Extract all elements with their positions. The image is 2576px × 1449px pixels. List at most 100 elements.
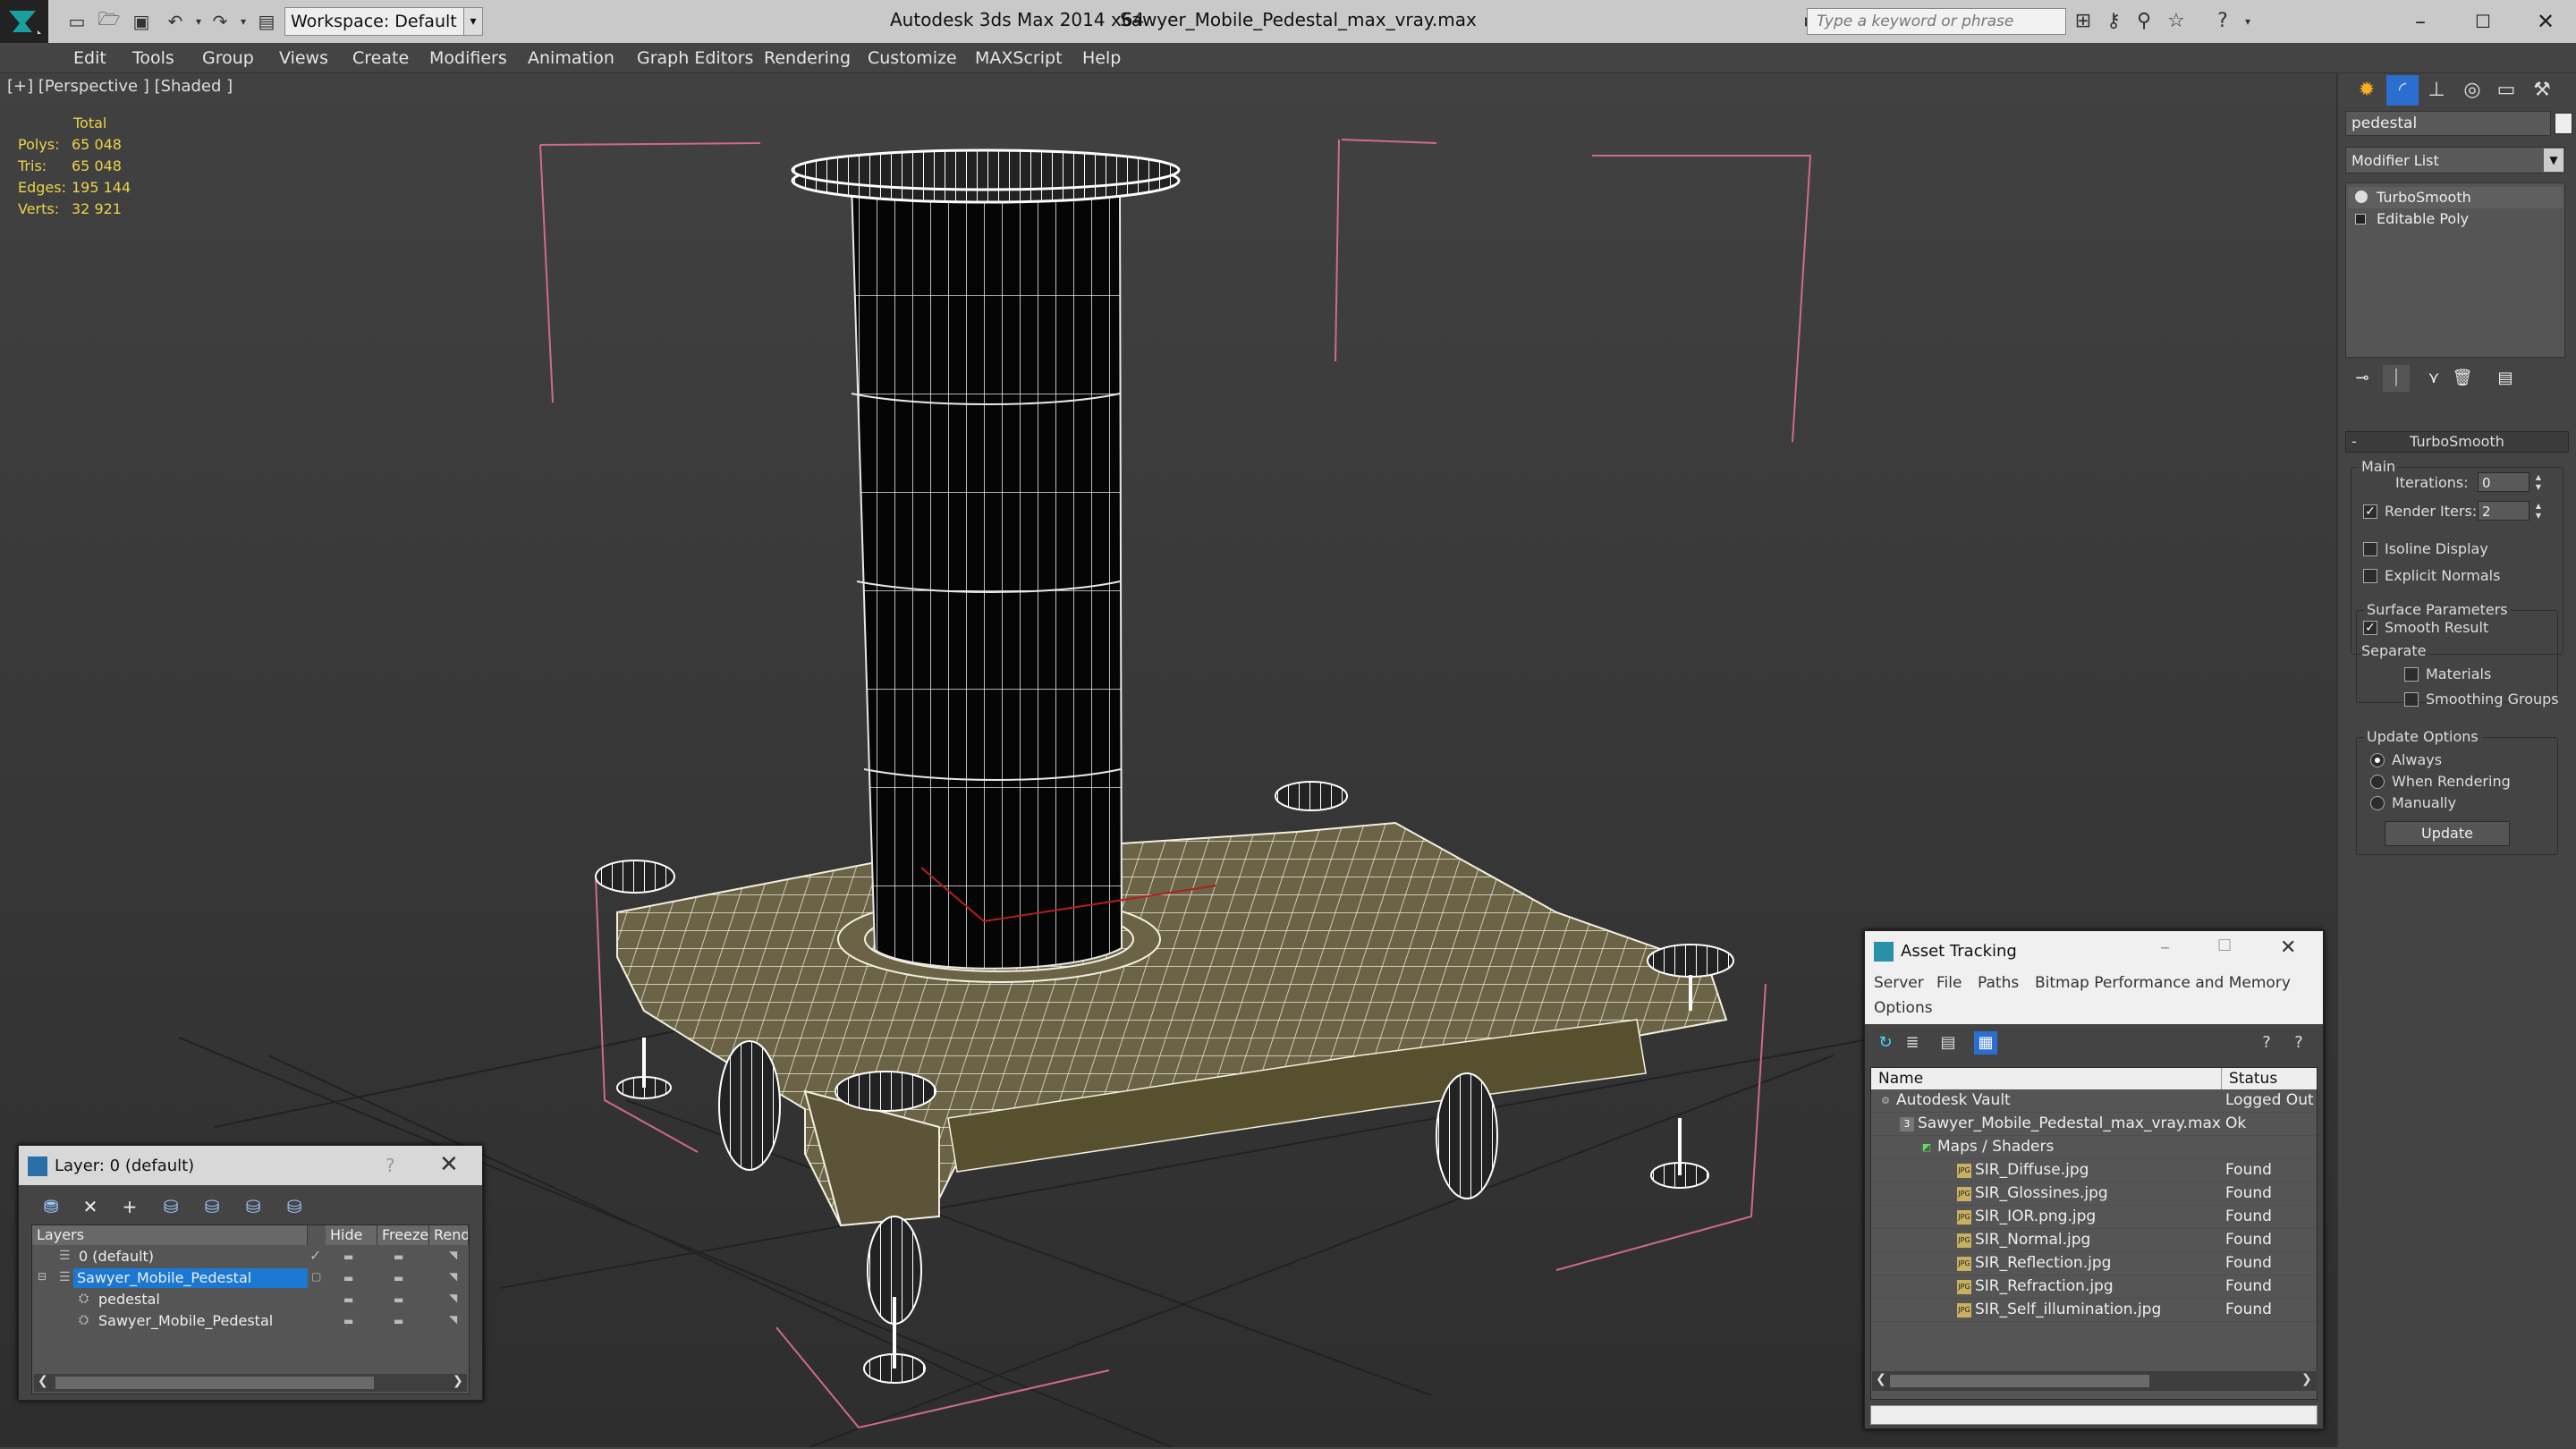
modifier-list-dropdown[interactable]: Modifier List bbox=[2345, 147, 2565, 174]
favorites-star-icon[interactable]: ☆ bbox=[2163, 9, 2190, 34]
redo-icon[interactable]: ↷ bbox=[208, 9, 233, 34]
iterations-spinner-arrows-icon[interactable]: ▲ ▼ bbox=[2533, 472, 2544, 492]
menu-views[interactable]: Views bbox=[279, 48, 328, 68]
help-icon[interactable]: ? bbox=[2209, 9, 2236, 34]
app-logo-icon[interactable] bbox=[0, 0, 48, 43]
scrollbar-thumb[interactable] bbox=[55, 1377, 374, 1389]
display-tab-icon[interactable]: ▭ bbox=[2490, 75, 2522, 106]
menu-edit[interactable]: Edit bbox=[73, 48, 106, 68]
redo-dropdown-icon[interactable]: ▾ bbox=[231, 9, 256, 34]
layer-horizontal-scrollbar[interactable]: ❮ ❯ bbox=[34, 1374, 467, 1392]
help-icon[interactable]: ? bbox=[2255, 1031, 2278, 1055]
grid-view-icon[interactable]: ▦ bbox=[1974, 1031, 1997, 1055]
col-hide[interactable]: Hide bbox=[326, 1225, 377, 1245]
asset-row[interactable]: JPG SIR_Self_illumination.jpg Found bbox=[1871, 1299, 2317, 1322]
freeze-toggle[interactable]: ▬ bbox=[394, 1315, 403, 1327]
asset-horizontal-scrollbar[interactable]: ❮ ❯ bbox=[1872, 1371, 2318, 1391]
workspace-dropdown-arrow-icon[interactable]: ▾ bbox=[463, 7, 483, 36]
scroll-right-icon[interactable]: ❯ bbox=[453, 1374, 463, 1388]
context-help-icon[interactable]: ? bbox=[2287, 1031, 2310, 1055]
asset-minimize-button[interactable]: – bbox=[2160, 936, 2170, 959]
hide-all-icon[interactable]: ⛁ bbox=[239, 1192, 267, 1221]
menu-tools[interactable]: Tools bbox=[132, 48, 174, 68]
render-iters-spinner-arrows-icon[interactable]: ▲ ▼ bbox=[2533, 501, 2544, 521]
when-rendering-radio[interactable] bbox=[2370, 775, 2385, 789]
lightbulb-icon[interactable] bbox=[2355, 191, 2368, 203]
menu-graph-editors[interactable]: Graph Editors bbox=[637, 48, 753, 68]
current-layer-check-icon[interactable]: ✓ bbox=[309, 1247, 321, 1264]
expand-icon[interactable] bbox=[2355, 214, 2366, 225]
viewport-label[interactable]: [+] [Perspective ] [Shaded ] bbox=[7, 77, 233, 96]
add-to-layer-icon[interactable]: + bbox=[115, 1192, 144, 1221]
render-toggle-icon[interactable]: ◥ bbox=[449, 1249, 457, 1261]
layer-row[interactable]: ⛭ Sawyer_Mobile_Pedestal ▬ ▬ ◥ bbox=[32, 1311, 469, 1333]
maximize-button[interactable]: ☐ bbox=[2456, 4, 2510, 39]
minimize-button[interactable]: – bbox=[2394, 4, 2447, 39]
layer-dialog-titlebar[interactable]: Layer: 0 (default) ? ✕ bbox=[19, 1146, 482, 1185]
asset-row[interactable]: JPG SIR_Reflection.jpg Found bbox=[1871, 1252, 2317, 1275]
freeze-toggle[interactable]: ▬ bbox=[394, 1293, 403, 1306]
render-toggle-icon[interactable]: ◥ bbox=[449, 1313, 457, 1326]
hide-toggle[interactable]: ▬ bbox=[343, 1272, 353, 1284]
open-file-icon[interactable]: 🗁 bbox=[97, 8, 122, 34]
collapse-icon[interactable]: ⊟ bbox=[38, 1270, 47, 1283]
project-folder-icon[interactable]: ▤ bbox=[254, 9, 279, 34]
asset-menu-server[interactable]: Server bbox=[1874, 974, 1924, 992]
asset-close-button[interactable]: ✕ bbox=[2280, 936, 2296, 959]
menu-modifiers[interactable]: Modifiers bbox=[429, 48, 507, 68]
pin-stack-icon[interactable]: ⊸ bbox=[2349, 365, 2376, 392]
help-dropdown-icon[interactable]: ▾ bbox=[2234, 9, 2261, 34]
menu-animation[interactable]: Animation bbox=[528, 48, 614, 68]
freeze-toggle[interactable]: ▬ bbox=[394, 1272, 403, 1284]
materials-checkbox[interactable] bbox=[2404, 667, 2419, 682]
explicit-normals-checkbox[interactable] bbox=[2363, 569, 2377, 583]
freeze-toggle[interactable]: ▬ bbox=[394, 1250, 403, 1263]
stack-item-turbosmooth[interactable]: TurboSmooth bbox=[2348, 187, 2563, 208]
smoothing-groups-checkbox[interactable] bbox=[2404, 692, 2419, 707]
object-name[interactable]: pedestal bbox=[95, 1290, 164, 1309]
show-end-result-icon[interactable]: ⏐ bbox=[2383, 365, 2410, 392]
menu-help[interactable]: Help bbox=[1082, 48, 1121, 68]
asset-tracking-titlebar[interactable]: Asset Tracking – ☐ ✕ Server File Paths B… bbox=[1865, 931, 2323, 1024]
modify-tab-icon[interactable]: ◜ bbox=[2386, 75, 2419, 106]
undo-icon[interactable]: ↶ bbox=[163, 9, 188, 34]
asset-row[interactable]: ◩ Maps / Shaders bbox=[1871, 1136, 2317, 1159]
refresh-icon[interactable]: ↻ bbox=[1874, 1031, 1897, 1055]
hide-toggle[interactable]: ▬ bbox=[343, 1293, 353, 1306]
asset-row[interactable]: JPG SIR_Diffuse.jpg Found bbox=[1871, 1159, 2317, 1182]
workspace-dropdown[interactable]: Workspace: Default bbox=[284, 7, 481, 36]
new-file-icon[interactable]: ▭ bbox=[64, 9, 89, 34]
object-name-input[interactable]: pedestal bbox=[2345, 111, 2551, 136]
menu-group[interactable]: Group bbox=[202, 48, 254, 68]
binoculars-icon[interactable]: ⊞ bbox=[2070, 9, 2097, 34]
close-button[interactable]: ✕ bbox=[2519, 4, 2572, 39]
table-view-icon[interactable]: ▤ bbox=[1936, 1031, 1960, 1055]
layer-help-button[interactable]: ? bbox=[386, 1155, 395, 1176]
utilities-tab-icon[interactable]: ⚒ bbox=[2526, 75, 2558, 106]
menu-rendering[interactable]: Rendering bbox=[764, 48, 851, 68]
remove-modifier-icon[interactable]: 🗑 bbox=[2449, 365, 2476, 392]
col-name[interactable]: Name bbox=[1871, 1068, 2222, 1089]
col-status[interactable]: Status bbox=[2222, 1068, 2317, 1089]
col-render[interactable]: Rend bbox=[429, 1225, 469, 1245]
render-iters-checkbox[interactable]: ✓ bbox=[2363, 504, 2377, 519]
asset-row[interactable]: JPG SIR_Glossines.jpg Found bbox=[1871, 1182, 2317, 1206]
layer-name[interactable]: Sawyer_Mobile_Pedestal bbox=[73, 1268, 308, 1288]
asset-row[interactable]: JPG SIR_Refraction.jpg Found bbox=[1871, 1275, 2317, 1299]
highlight-layer-icon[interactable]: ⛁ bbox=[198, 1192, 226, 1221]
modifier-list-arrow-icon[interactable]: ▼ bbox=[2544, 148, 2563, 172]
scrollbar-thumb[interactable] bbox=[1890, 1375, 2149, 1387]
key-icon[interactable]: ⚷ bbox=[2100, 9, 2127, 34]
layer-close-button[interactable]: ✕ bbox=[439, 1151, 459, 1178]
motion-tab-icon[interactable]: ◎ bbox=[2456, 75, 2488, 106]
asset-maximize-button[interactable]: ☐ bbox=[2217, 936, 2232, 955]
add-selection-icon[interactable]: ▢ bbox=[311, 1270, 321, 1283]
hide-toggle[interactable]: ▬ bbox=[343, 1250, 353, 1263]
asset-row[interactable]: JPG SIR_Normal.jpg Found bbox=[1871, 1229, 2317, 1252]
update-button[interactable]: Update bbox=[2385, 821, 2510, 846]
new-layer-icon[interactable]: ⛃ bbox=[37, 1192, 65, 1221]
hide-toggle[interactable]: ▬ bbox=[343, 1315, 353, 1327]
layer-row[interactable]: ⛭ pedestal ▬ ▬ ◥ bbox=[32, 1290, 469, 1311]
render-iters-spinner[interactable]: 2 bbox=[2478, 501, 2529, 521]
layer-row[interactable]: ☰ 0 (default) ✓ ▬ ▬ ◥ bbox=[32, 1247, 469, 1268]
